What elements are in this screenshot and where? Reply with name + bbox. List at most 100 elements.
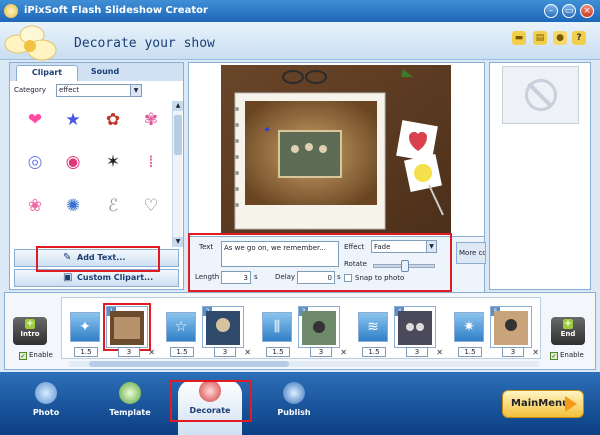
slide-duration[interactable]: 3 bbox=[406, 347, 428, 357]
flowers-clipart-icon[interactable]: ✾ bbox=[136, 105, 166, 135]
custom-clipart-label: Custom Clipart... bbox=[77, 273, 154, 282]
chevron-down-icon[interactable]: ▼ bbox=[426, 241, 436, 252]
slide-duration[interactable]: 3 bbox=[502, 347, 524, 357]
category-select[interactable]: effect ▼ bbox=[56, 84, 142, 97]
delete-icon[interactable]: ✕ bbox=[532, 348, 539, 357]
publish-icon bbox=[283, 382, 305, 404]
slide-item[interactable]: 1 3 ✕ bbox=[103, 303, 155, 357]
restore-button[interactable]: ▭ bbox=[562, 4, 576, 18]
snap-to-photo-checkbox[interactable] bbox=[344, 274, 352, 282]
slide-item[interactable]: 5 3 ✕ bbox=[490, 306, 539, 357]
slide-duration[interactable]: 3 bbox=[310, 347, 332, 357]
tab-sound[interactable]: Sound bbox=[74, 65, 136, 81]
transition-item[interactable]: ✦ 1.5 bbox=[70, 312, 100, 357]
slide-item[interactable]: 2 3 ✕ bbox=[202, 306, 251, 357]
tab-bar: Clipart Sound bbox=[10, 63, 183, 81]
effect-select[interactable]: Fade ▼ bbox=[371, 240, 437, 253]
end-enable[interactable]: ✓ Enable bbox=[550, 351, 584, 360]
main-menu-label: MainMenu bbox=[511, 398, 570, 409]
clipart-grid: ❤ ★ ✿ ✾ ◎ ◉ ✶ ⁞ ❀ ✺ ℰ ♡ bbox=[12, 101, 172, 247]
drops-clipart-icon[interactable]: ⁞ bbox=[136, 147, 166, 177]
delete-icon[interactable]: ✕ bbox=[436, 348, 443, 357]
clipart-scrollbar[interactable]: ▲ ▼ bbox=[172, 101, 183, 247]
plus-icon: + bbox=[563, 319, 573, 329]
slide-item[interactable]: 4 3 ✕ bbox=[394, 306, 443, 357]
intro-label: Intro bbox=[20, 330, 40, 338]
preview-panel: ✦ bbox=[188, 62, 485, 238]
photo-icon bbox=[35, 382, 57, 404]
rotate-slider[interactable] bbox=[373, 260, 435, 272]
transition-duration[interactable]: 1.5 bbox=[170, 347, 194, 357]
petals-clipart-icon[interactable]: ❀ bbox=[20, 191, 50, 221]
intro-enable[interactable]: ✓ Enable bbox=[19, 351, 53, 360]
lips-clipart-icon[interactable]: ◉ bbox=[58, 147, 88, 177]
delay-input[interactable]: 0 bbox=[297, 271, 335, 284]
delete-icon[interactable]: ✕ bbox=[148, 348, 155, 357]
slide-duration[interactable]: 3 bbox=[118, 347, 140, 357]
nav-photo[interactable]: Photo bbox=[14, 382, 78, 432]
scroll-up-icon[interactable]: ▲ bbox=[173, 101, 183, 111]
chevron-down-icon[interactable]: ▼ bbox=[130, 85, 141, 96]
butterfly-clipart-icon[interactable]: ✿ bbox=[98, 105, 128, 135]
delay-unit: s bbox=[337, 273, 341, 281]
tab-clipart[interactable]: Clipart bbox=[16, 65, 78, 81]
transition-item[interactable]: ✷ 1.5 bbox=[454, 312, 484, 357]
heart-outline-clipart-icon[interactable]: ♡ bbox=[136, 191, 166, 221]
nav-publish[interactable]: Publish bbox=[262, 382, 326, 432]
preview-image[interactable]: ✦ bbox=[221, 65, 451, 235]
star-burst-clipart-icon[interactable]: ✺ bbox=[58, 191, 88, 221]
folder-icon[interactable]: ▬ bbox=[512, 31, 526, 45]
text-input[interactable]: As we go on, we remember... bbox=[221, 241, 339, 267]
transition-duration[interactable]: 1.5 bbox=[74, 347, 98, 357]
bottom-navigation: Photo Template Decorate Publish MainMenu bbox=[0, 372, 600, 435]
length-label: Length bbox=[195, 273, 220, 281]
save-icon[interactable]: ▤ bbox=[533, 31, 547, 45]
end-button[interactable]: + End bbox=[551, 317, 585, 345]
transition-duration[interactable]: 1.5 bbox=[362, 347, 386, 357]
ant-clipart-icon[interactable]: ✶ bbox=[98, 147, 128, 177]
help-icon[interactable]: ? bbox=[572, 31, 586, 45]
close-button[interactable]: × bbox=[580, 4, 594, 18]
settings-icon[interactable]: ● bbox=[553, 31, 567, 45]
scroll-thumb[interactable] bbox=[174, 115, 182, 155]
slide-thumbnail bbox=[302, 311, 336, 345]
intro-enable-label: Enable bbox=[29, 351, 53, 359]
transition-item[interactable]: ≋ 1.5 bbox=[358, 312, 388, 357]
minimize-button[interactable]: – bbox=[544, 4, 558, 18]
template-icon bbox=[119, 382, 141, 404]
checkbox-icon[interactable]: ✓ bbox=[19, 352, 27, 360]
timeline-scroll-thumb[interactable] bbox=[89, 361, 289, 367]
timeline: + Intro ✓Enable ✦1.5 1 3 ✕ ☆1.5 2 3 ✕ ⫼1… bbox=[4, 292, 596, 370]
nav-template[interactable]: Template bbox=[98, 382, 162, 432]
transition-item[interactable]: ⫼ 1.5 bbox=[262, 312, 292, 357]
app-window: iPixSoft Flash Slideshow Creator – ▭ × D… bbox=[0, 0, 600, 435]
scroll-down-icon[interactable]: ▼ bbox=[173, 237, 183, 247]
main-menu-button[interactable]: MainMenu bbox=[502, 390, 584, 418]
page-title: Decorate your show bbox=[74, 36, 215, 51]
stars-clipart-icon[interactable]: ★ bbox=[58, 105, 88, 135]
transition-duration[interactable]: 1.5 bbox=[458, 347, 482, 357]
delete-icon[interactable]: ✕ bbox=[340, 348, 347, 357]
heart-clipart-icon[interactable]: ❤ bbox=[20, 105, 50, 135]
plus-icon: + bbox=[25, 319, 35, 329]
text-properties-panel: Text As we go on, we remember... Effect … bbox=[188, 236, 486, 294]
slide-item[interactable]: 3 3 ✕ bbox=[298, 306, 347, 357]
rotate-slider-knob[interactable] bbox=[401, 260, 409, 272]
flower-logo-icon bbox=[4, 25, 57, 61]
transition-duration[interactable]: 1.5 bbox=[266, 347, 290, 357]
slide-duration[interactable]: 3 bbox=[214, 347, 236, 357]
timeline-scrollbar[interactable] bbox=[69, 361, 539, 367]
delete-icon[interactable]: ✕ bbox=[244, 348, 251, 357]
thumbnail-box bbox=[502, 66, 579, 124]
category-row: Category effect ▼ bbox=[14, 84, 180, 98]
length-input[interactable]: 3 bbox=[221, 271, 251, 284]
add-text-button[interactable]: ✎ Add Text... bbox=[14, 249, 179, 267]
swirl-clipart-icon[interactable]: ◎ bbox=[20, 147, 50, 177]
transition-item[interactable]: ☆ 1.5 bbox=[166, 312, 196, 357]
checkbox-icon[interactable]: ✓ bbox=[550, 352, 558, 360]
nav-decorate[interactable]: Decorate bbox=[178, 380, 242, 435]
more-button[interactable]: More cc bbox=[456, 242, 486, 264]
custom-clipart-button[interactable]: ▣ Custom Clipart... bbox=[14, 269, 179, 287]
outline-clipart-icon[interactable]: ℰ bbox=[98, 191, 128, 221]
intro-button[interactable]: + Intro bbox=[13, 317, 47, 345]
